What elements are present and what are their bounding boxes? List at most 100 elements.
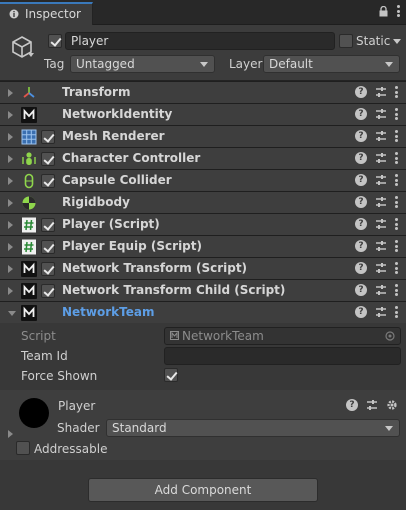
- chevron-down-icon: [200, 62, 208, 67]
- help-icon[interactable]: ?: [355, 306, 367, 318]
- lock-icon[interactable]: [379, 5, 388, 17]
- component-name: NetworkTeam: [62, 305, 155, 319]
- component-menu-icon[interactable]: [395, 306, 398, 318]
- preset-icon[interactable]: [375, 262, 387, 274]
- gameobject-header: Player Static Tag Untagged Layer Default: [0, 25, 406, 81]
- component-menu-icon[interactable]: [395, 108, 398, 120]
- tab-inspector[interactable]: Inspector: [0, 2, 93, 25]
- preset-icon[interactable]: [375, 284, 387, 296]
- component-row[interactable]: Mesh Renderer?: [0, 125, 406, 147]
- component-tools: ?: [355, 306, 398, 318]
- component-row[interactable]: NetworkTeam?: [0, 301, 406, 323]
- foldout-arrow-icon[interactable]: [8, 177, 13, 185]
- help-icon[interactable]: ?: [355, 240, 367, 252]
- preset-icon[interactable]: [375, 240, 387, 252]
- component-tools: ?: [355, 218, 398, 230]
- component-tools: ?: [355, 284, 398, 296]
- component-enabled-checkbox[interactable]: [41, 262, 55, 276]
- mesh-renderer-icon: [21, 129, 37, 145]
- foldout-arrow-icon[interactable]: [8, 265, 13, 273]
- layer-dropdown[interactable]: Default: [263, 55, 400, 73]
- component-menu-icon[interactable]: [395, 262, 398, 274]
- object-picker-icon: [385, 331, 395, 341]
- foldout-arrow-icon[interactable]: [8, 133, 13, 141]
- component-menu-icon[interactable]: [395, 152, 398, 164]
- component-row[interactable]: Player (Script)?: [0, 213, 406, 235]
- component-menu-icon[interactable]: [395, 218, 398, 230]
- component-enabled-checkbox[interactable]: [41, 130, 55, 144]
- help-icon[interactable]: ?: [355, 174, 367, 186]
- component-row[interactable]: Network Transform (Script)?: [0, 257, 406, 279]
- transform-icon: [21, 85, 37, 101]
- help-icon[interactable]: ?: [355, 108, 367, 120]
- component-row[interactable]: Network Transform Child (Script)?: [0, 279, 406, 301]
- foldout-arrow-icon[interactable]: [8, 221, 13, 229]
- preset-icon[interactable]: [375, 152, 387, 164]
- gear-icon[interactable]: [386, 399, 398, 411]
- component-row[interactable]: NetworkIdentity?: [0, 103, 406, 125]
- help-icon[interactable]: ?: [355, 218, 367, 230]
- foldout-arrow-icon[interactable]: [8, 243, 13, 251]
- foldout-arrow-icon[interactable]: [8, 311, 16, 316]
- help-icon[interactable]: ?: [355, 130, 367, 142]
- component-menu-icon[interactable]: [395, 130, 398, 142]
- component-tools: ?: [355, 196, 398, 208]
- foldout-arrow-icon[interactable]: [8, 111, 13, 119]
- foldout-arrow-icon[interactable]: [8, 155, 13, 163]
- material-foldout-icon[interactable]: [8, 430, 13, 438]
- object-name-field[interactable]: Player: [65, 32, 335, 50]
- preset-icon[interactable]: [375, 130, 387, 142]
- component-menu-icon[interactable]: [395, 86, 398, 98]
- shader-label: Shader: [57, 421, 100, 435]
- chevron-down-icon: [385, 426, 393, 431]
- preset-icon[interactable]: [375, 306, 387, 318]
- preset-icon[interactable]: [375, 196, 387, 208]
- component-row[interactable]: Capsule Collider?: [0, 169, 406, 191]
- component-name: Player Equip (Script): [62, 239, 202, 253]
- preset-icon[interactable]: [375, 174, 387, 186]
- addressable-checkbox[interactable]: [16, 441, 30, 455]
- add-component-button[interactable]: Add Component: [88, 478, 318, 502]
- script-field: NetworkTeam: [164, 327, 401, 345]
- component-enabled-checkbox[interactable]: [41, 152, 55, 166]
- force-shown-checkbox[interactable]: [164, 368, 178, 382]
- component-menu-icon[interactable]: [395, 196, 398, 208]
- static-dropdown-icon[interactable]: [393, 39, 401, 44]
- component-tools: ?: [355, 240, 398, 252]
- preset-icon[interactable]: [375, 86, 387, 98]
- component-enabled-checkbox[interactable]: [41, 218, 55, 232]
- component-tools: ?: [355, 86, 398, 98]
- static-checkbox[interactable]: [339, 34, 353, 48]
- preset-icon[interactable]: [375, 218, 387, 230]
- component-menu-icon[interactable]: [395, 284, 398, 296]
- foldout-arrow-icon[interactable]: [8, 199, 13, 207]
- component-row[interactable]: Character Controller?: [0, 147, 406, 169]
- active-checkbox[interactable]: [48, 34, 62, 48]
- static-label[interactable]: Static: [356, 34, 390, 48]
- icon-dropdown-arrow[interactable]: [28, 53, 34, 57]
- team-id-field[interactable]: [164, 347, 401, 365]
- component-enabled-checkbox[interactable]: [41, 240, 55, 254]
- help-icon[interactable]: ?: [346, 399, 358, 411]
- component-enabled-checkbox[interactable]: [41, 284, 55, 298]
- preset-icon[interactable]: [366, 399, 378, 411]
- help-icon[interactable]: ?: [355, 262, 367, 274]
- component-row[interactable]: Rigidbody?: [0, 191, 406, 213]
- foldout-arrow-icon[interactable]: [8, 287, 13, 295]
- component-row[interactable]: Player Equip (Script)?: [0, 235, 406, 257]
- preset-icon[interactable]: [375, 108, 387, 120]
- help-icon[interactable]: ?: [355, 152, 367, 164]
- shader-dropdown[interactable]: Standard: [106, 419, 400, 437]
- tab-label: Inspector: [25, 7, 81, 21]
- layer-value: Default: [269, 57, 313, 71]
- component-menu-icon[interactable]: [395, 240, 398, 252]
- foldout-arrow-icon[interactable]: [8, 89, 13, 97]
- component-row[interactable]: Transform?: [0, 81, 406, 103]
- help-icon[interactable]: ?: [355, 86, 367, 98]
- component-enabled-checkbox[interactable]: [41, 174, 55, 188]
- component-menu-icon[interactable]: [395, 174, 398, 186]
- help-icon[interactable]: ?: [355, 284, 367, 296]
- tab-menu-icon[interactable]: [397, 5, 400, 17]
- tag-dropdown[interactable]: Untagged: [70, 55, 215, 73]
- help-icon[interactable]: ?: [355, 196, 367, 208]
